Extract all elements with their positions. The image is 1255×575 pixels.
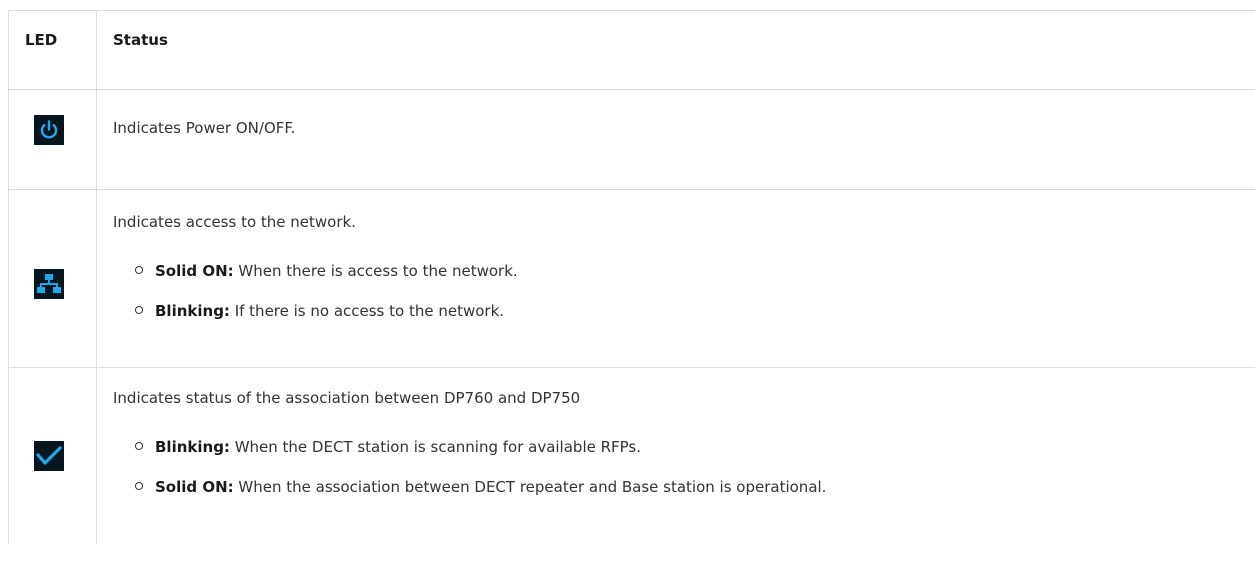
power-icon <box>34 115 64 145</box>
bullet-circle-icon <box>135 442 143 450</box>
bullet-circle-icon <box>135 482 143 490</box>
status-description: Indicates Power ON/OFF. <box>113 119 296 137</box>
table-row-network: Indicates access to the network. Solid O… <box>9 190 1255 368</box>
list-item: Blinking: When the DECT station is scann… <box>135 437 641 457</box>
status-description: Indicates status of the association betw… <box>113 389 581 407</box>
led-status-table: LED Status Indicates Power ON/OFF. Indic… <box>8 10 1255 544</box>
led-cell <box>9 90 97 189</box>
bullet-text: When there is access to the network. <box>233 262 518 280</box>
list-item: Solid ON: When there is access to the ne… <box>135 261 518 281</box>
status-cell: Indicates access to the network. Solid O… <box>97 190 1255 367</box>
network-icon <box>34 269 64 299</box>
led-column-header-cell: LED <box>9 11 97 89</box>
status-cell: Indicates Power ON/OFF. <box>97 90 1255 189</box>
bullet-term: Solid ON: <box>155 478 234 496</box>
status-description: Indicates access to the network. <box>113 213 356 231</box>
list-item: Blinking: If there is no access to the n… <box>135 301 504 321</box>
led-cell <box>9 368 97 544</box>
bullet-term: Blinking: <box>155 438 230 456</box>
status-cell: Indicates status of the association betw… <box>97 368 1255 544</box>
bullet-circle-icon <box>135 266 143 274</box>
bullet-text: If there is no access to the network. <box>229 302 505 320</box>
bullet-text: When the association between DECT repeat… <box>233 478 827 496</box>
table-row-association: Indicates status of the association betw… <box>9 368 1255 544</box>
status-column-header-cell: Status <box>97 11 1255 89</box>
bullet-text: When the DECT station is scanning for av… <box>229 438 642 456</box>
bullet-term: Blinking: <box>155 302 230 320</box>
bullet-term: Solid ON: <box>155 262 234 280</box>
led-cell <box>9 190 97 367</box>
table-row-power: Indicates Power ON/OFF. <box>9 90 1255 190</box>
table-header-row: LED Status <box>9 11 1255 90</box>
bullet-circle-icon <box>135 306 143 314</box>
list-item: Solid ON: When the association between D… <box>135 477 826 497</box>
led-column-header: LED <box>25 31 58 49</box>
checkmark-icon <box>34 441 64 471</box>
status-column-header: Status <box>113 31 168 49</box>
